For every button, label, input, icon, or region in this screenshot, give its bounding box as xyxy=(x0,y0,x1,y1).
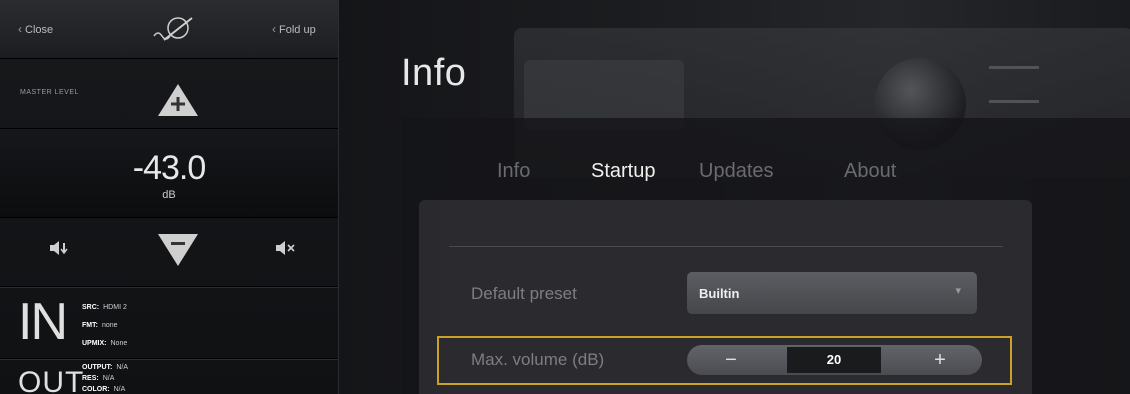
volume-up-button[interactable] xyxy=(156,80,200,120)
background-decor xyxy=(989,100,1039,103)
volume-unit: dB xyxy=(162,189,176,201)
master-level-label: MASTER LEVEL xyxy=(20,89,79,96)
chevron-left-icon: ‹ xyxy=(18,22,22,36)
divider xyxy=(0,286,338,287)
max-volume-value[interactable]: 20 xyxy=(787,347,881,373)
output-info-output: OUTPUT: N/A xyxy=(82,364,129,371)
brand-logo xyxy=(153,17,193,41)
input-info-fmt: FMT: none xyxy=(82,322,118,329)
control-sidebar: ‹ Close ‹ Fold up MASTER LEVEL -43.0 dB IN xyxy=(0,0,339,394)
tab-startup[interactable]: Startup xyxy=(591,160,655,183)
chevron-left-icon: ‹ xyxy=(272,22,276,36)
sidebar-topbar: ‹ Close ‹ Fold up xyxy=(0,0,338,59)
output-info-color: COLOR: N/A xyxy=(82,386,126,393)
input-info-src: SRC: HDMI 2 xyxy=(82,304,127,311)
decrement-button[interactable]: − xyxy=(701,345,761,375)
volume-down-speaker-icon[interactable] xyxy=(48,238,70,258)
divider xyxy=(0,358,338,359)
output-info-res: RES: N/A xyxy=(82,375,115,382)
fold-up-button[interactable]: ‹ Fold up xyxy=(272,22,316,36)
input-letters: IN xyxy=(18,293,68,351)
main-area: Info Info Startup Updates About Default … xyxy=(339,0,1130,394)
volume-down-button[interactable] xyxy=(156,230,200,270)
volume-value: -43.0 xyxy=(132,149,207,187)
tab-info[interactable]: Info xyxy=(497,160,530,183)
default-preset-value: Builtin xyxy=(699,286,740,301)
chevron-down-icon: ▾ xyxy=(955,285,961,297)
default-preset-select[interactable]: Builtin ▾ xyxy=(687,272,977,314)
page-title: Info xyxy=(401,52,467,94)
default-preset-label: Default preset xyxy=(471,284,577,303)
max-volume-label: Max. volume (dB) xyxy=(471,350,605,369)
close-button[interactable]: ‹ Close xyxy=(18,22,53,36)
background-decor xyxy=(989,66,1039,69)
increment-button[interactable]: + xyxy=(910,345,970,375)
max-volume-stepper[interactable]: − 20 + xyxy=(687,345,982,375)
tab-about[interactable]: About xyxy=(844,160,896,183)
output-letters: OUT xyxy=(18,366,85,394)
divider xyxy=(449,246,1003,247)
mute-icon[interactable] xyxy=(274,238,296,258)
input-info-upmix: UPMIX: None xyxy=(82,340,128,347)
tab-updates[interactable]: Updates xyxy=(699,160,774,183)
